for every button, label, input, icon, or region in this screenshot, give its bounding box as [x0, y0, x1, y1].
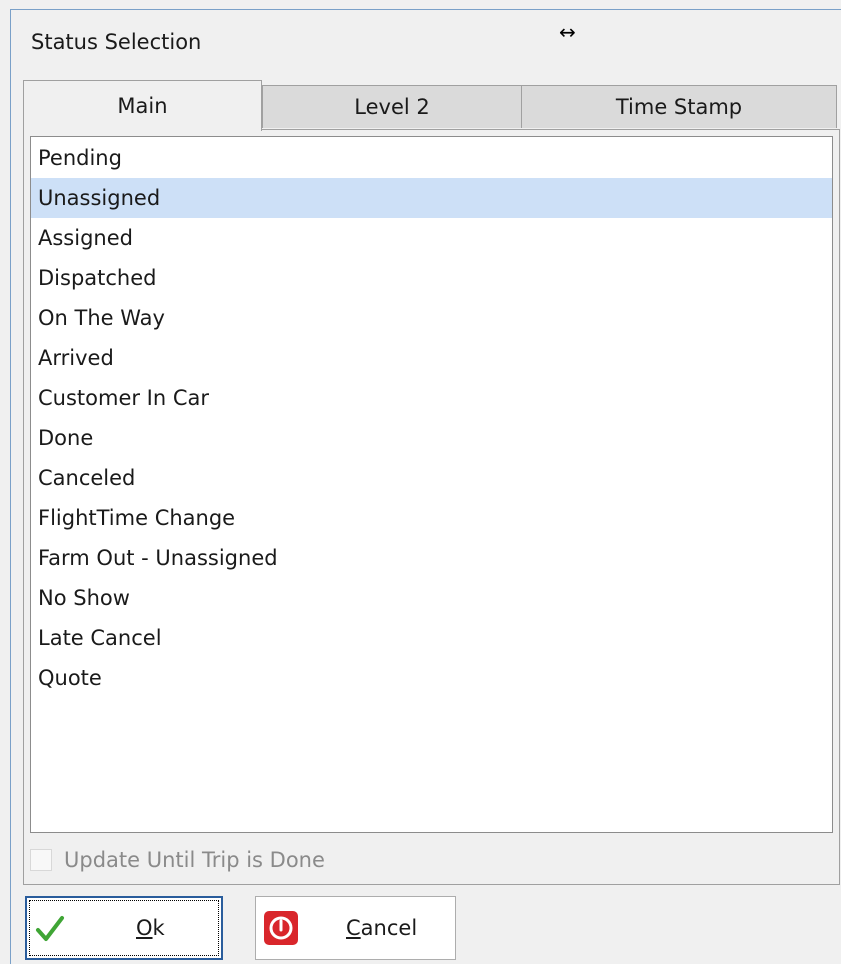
list-item[interactable]: Dispatched	[31, 258, 832, 298]
left-right-arrow-icon[interactable]: ↔	[559, 20, 576, 44]
list-item[interactable]: FlightTime Change	[31, 498, 832, 538]
ok-button[interactable]: Ok	[25, 896, 223, 960]
tab-main[interactable]: Main	[23, 80, 262, 131]
list-item[interactable]: Arrived	[31, 338, 832, 378]
list-item[interactable]: On The Way	[31, 298, 832, 338]
list-item[interactable]: No Show	[31, 578, 832, 618]
list-item[interactable]: Canceled	[31, 458, 832, 498]
power-icon	[264, 911, 298, 945]
cancel-button-label: Cancel	[346, 916, 418, 940]
list-item[interactable]: Late Cancel	[31, 618, 832, 658]
status-listbox[interactable]: Pending Unassigned Assigned Dispatched O…	[30, 136, 833, 833]
tab-strip: Main Level 2 Time Stamp	[23, 80, 840, 131]
checkmark-icon	[35, 914, 65, 944]
update-until-done-label: Update Until Trip is Done	[64, 848, 325, 872]
list-item[interactable]: Customer In Car	[31, 378, 832, 418]
status-selection-dialog: Status Selection ↔ Main Level 2 Time Sta…	[10, 9, 841, 964]
list-item[interactable]: Assigned	[31, 218, 832, 258]
window-title: Status Selection	[31, 30, 202, 54]
update-until-done-checkbox[interactable]	[30, 849, 52, 871]
tab-level-2[interactable]: Level 2	[262, 85, 522, 128]
title-bar[interactable]: Status Selection ↔	[11, 10, 841, 74]
list-item[interactable]: Done	[31, 418, 832, 458]
list-item[interactable]: Farm Out - Unassigned	[31, 538, 832, 578]
list-item[interactable]: Pending	[31, 138, 832, 178]
ok-button-label: Ok	[136, 916, 165, 940]
list-item[interactable]: Quote	[31, 658, 832, 698]
tab-time-stamp[interactable]: Time Stamp	[521, 85, 837, 128]
cancel-button[interactable]: Cancel	[255, 896, 456, 960]
main-tab-panel: Pending Unassigned Assigned Dispatched O…	[23, 129, 840, 885]
list-item-selected[interactable]: Unassigned	[31, 178, 832, 218]
update-until-done-row: Update Until Trip is Done	[30, 845, 325, 875]
